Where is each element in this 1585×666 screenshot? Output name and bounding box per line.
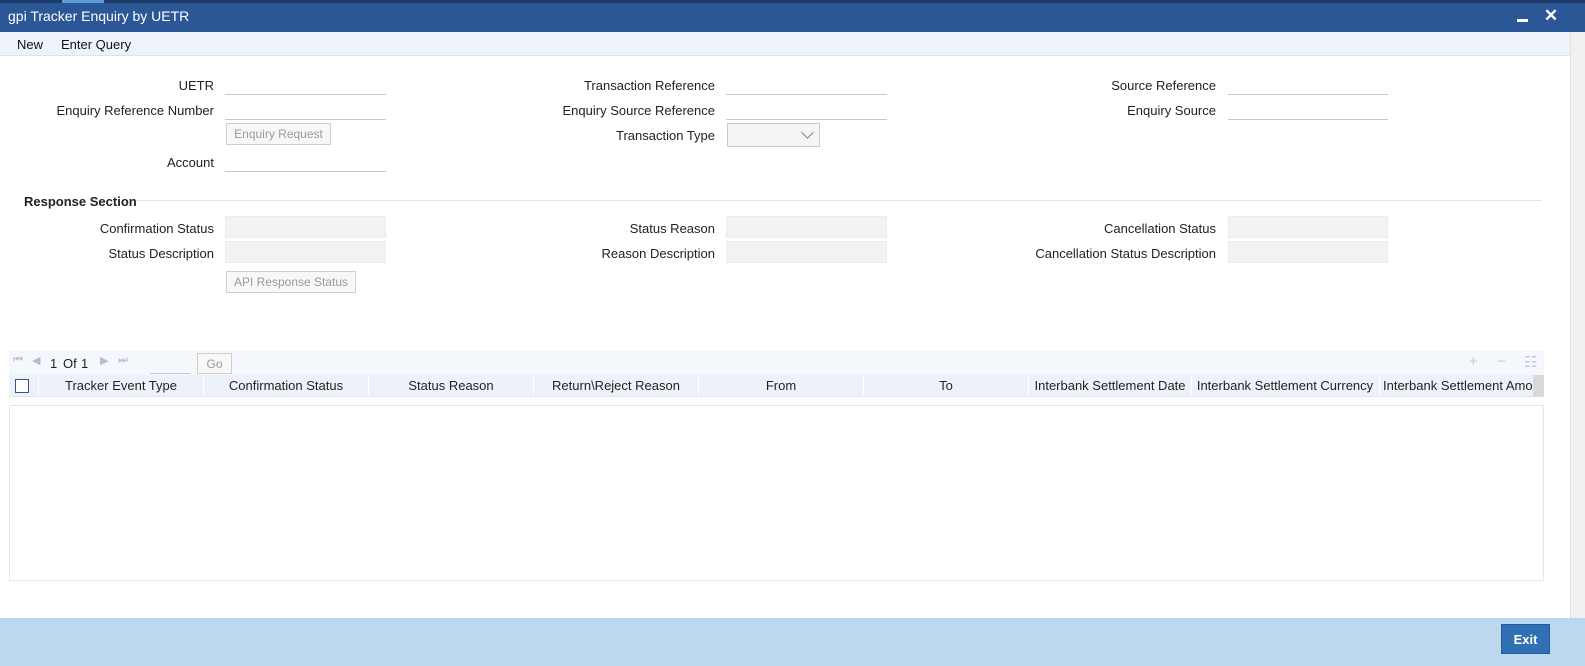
transaction-reference-input[interactable] — [726, 73, 887, 95]
response-section-title-text: Response Section — [24, 194, 137, 209]
close-icon[interactable]: ✕ — [1540, 5, 1562, 27]
transaction-type-select[interactable] — [727, 123, 820, 147]
pager-total: 1 — [81, 356, 89, 371]
source-reference-label: Source Reference — [1111, 78, 1216, 93]
grid-horizontal-scroll[interactable] — [1533, 375, 1544, 397]
cancellation-status-description-label: Cancellation Status Description — [1035, 246, 1216, 261]
cancellation-status-label: Cancellation Status — [1103, 221, 1216, 236]
window-title: gpi Tracker Enquiry by UETR — [8, 8, 190, 24]
menu-bar — [0, 32, 1570, 56]
footer-bar — [0, 618, 1585, 666]
account-label: Account — [167, 155, 214, 170]
col-from[interactable]: From — [699, 375, 863, 397]
pager-current: 1 — [50, 356, 58, 371]
col-separator — [1379, 376, 1380, 396]
cancellation-status-field — [1228, 216, 1388, 238]
remove-row-icon[interactable]: − — [1497, 353, 1506, 370]
cancellation-status-description-field — [1228, 241, 1388, 263]
window-titlebar — [0, 0, 1585, 32]
source-reference-input[interactable] — [1228, 73, 1388, 95]
enquiry-request-button[interactable]: Enquiry Request — [226, 123, 331, 145]
col-to[interactable]: To — [864, 375, 1028, 397]
select-all-checkbox[interactable] — [15, 379, 29, 393]
status-reason-label: Status Reason — [629, 221, 715, 236]
pager-of: Of — [63, 356, 77, 371]
first-page-icon[interactable]: ⏮ — [13, 354, 23, 367]
status-description-label: Status Description — [108, 246, 215, 261]
columns-icon[interactable]: ☷ — [1524, 353, 1537, 371]
prev-page-icon[interactable]: ◀ — [32, 354, 40, 367]
reason-description-field — [726, 241, 887, 263]
col-interbank-settlement-date[interactable]: Interbank Settlement Date — [1029, 375, 1191, 397]
col-return-reject-reason[interactable]: Return\Reject Reason — [534, 375, 698, 397]
chevron-down-icon — [801, 126, 814, 139]
col-confirmation-status[interactable]: Confirmation Status — [204, 375, 368, 397]
api-response-status-button[interactable]: API Response Status — [226, 271, 356, 293]
enquiry-source-label: Enquiry Source — [1127, 103, 1216, 118]
enquiry-source-input[interactable] — [1228, 98, 1388, 120]
col-interbank-settlement-currency[interactable]: Interbank Settlement Currency — [1192, 375, 1378, 397]
last-page-icon[interactable]: ⏭ — [118, 354, 128, 367]
vertical-scrollbar[interactable] — [1570, 32, 1585, 618]
enquiry-source-reference-label: Enquiry Source Reference — [562, 103, 715, 118]
uetr-input[interactable] — [225, 73, 386, 95]
status-reason-field — [726, 216, 887, 238]
grid-gap — [9, 397, 1544, 405]
col-interbank-settlement-amount[interactable]: Interbank Settlement Amou — [1383, 375, 1533, 397]
menu-new[interactable]: New — [17, 37, 43, 52]
enquiry-reference-number-input[interactable] — [225, 98, 386, 120]
menu-enter-query[interactable]: Enter Query — [61, 37, 131, 52]
grid-body — [9, 405, 1544, 581]
transaction-type-label: Transaction Type — [616, 128, 715, 143]
next-page-icon[interactable]: ▶ — [100, 354, 108, 367]
status-description-field — [225, 241, 386, 263]
add-row-icon[interactable]: + — [1469, 353, 1478, 370]
title-accent — [62, 0, 104, 3]
section-divider — [24, 200, 1542, 201]
account-input[interactable] — [225, 150, 386, 172]
enquiry-reference-number-label: Enquiry Reference Number — [56, 103, 214, 118]
confirmation-status-field — [225, 216, 386, 238]
go-button[interactable]: Go — [197, 353, 232, 374]
reason-description-label: Reason Description — [601, 246, 715, 261]
col-tracker-event-type[interactable]: Tracker Event Type — [39, 375, 203, 397]
col-status-reason[interactable]: Status Reason — [369, 375, 533, 397]
transaction-reference-label: Transaction Reference — [583, 78, 715, 93]
minimize-icon[interactable] — [1511, 5, 1533, 27]
uetr-label: UETR — [178, 78, 214, 93]
grid-toolbar — [9, 351, 1544, 375]
exit-button[interactable]: Exit — [1501, 624, 1550, 654]
page-number-input[interactable] — [150, 356, 190, 374]
confirmation-status-label: Confirmation Status — [99, 221, 214, 236]
enquiry-source-reference-input[interactable] — [726, 98, 887, 120]
